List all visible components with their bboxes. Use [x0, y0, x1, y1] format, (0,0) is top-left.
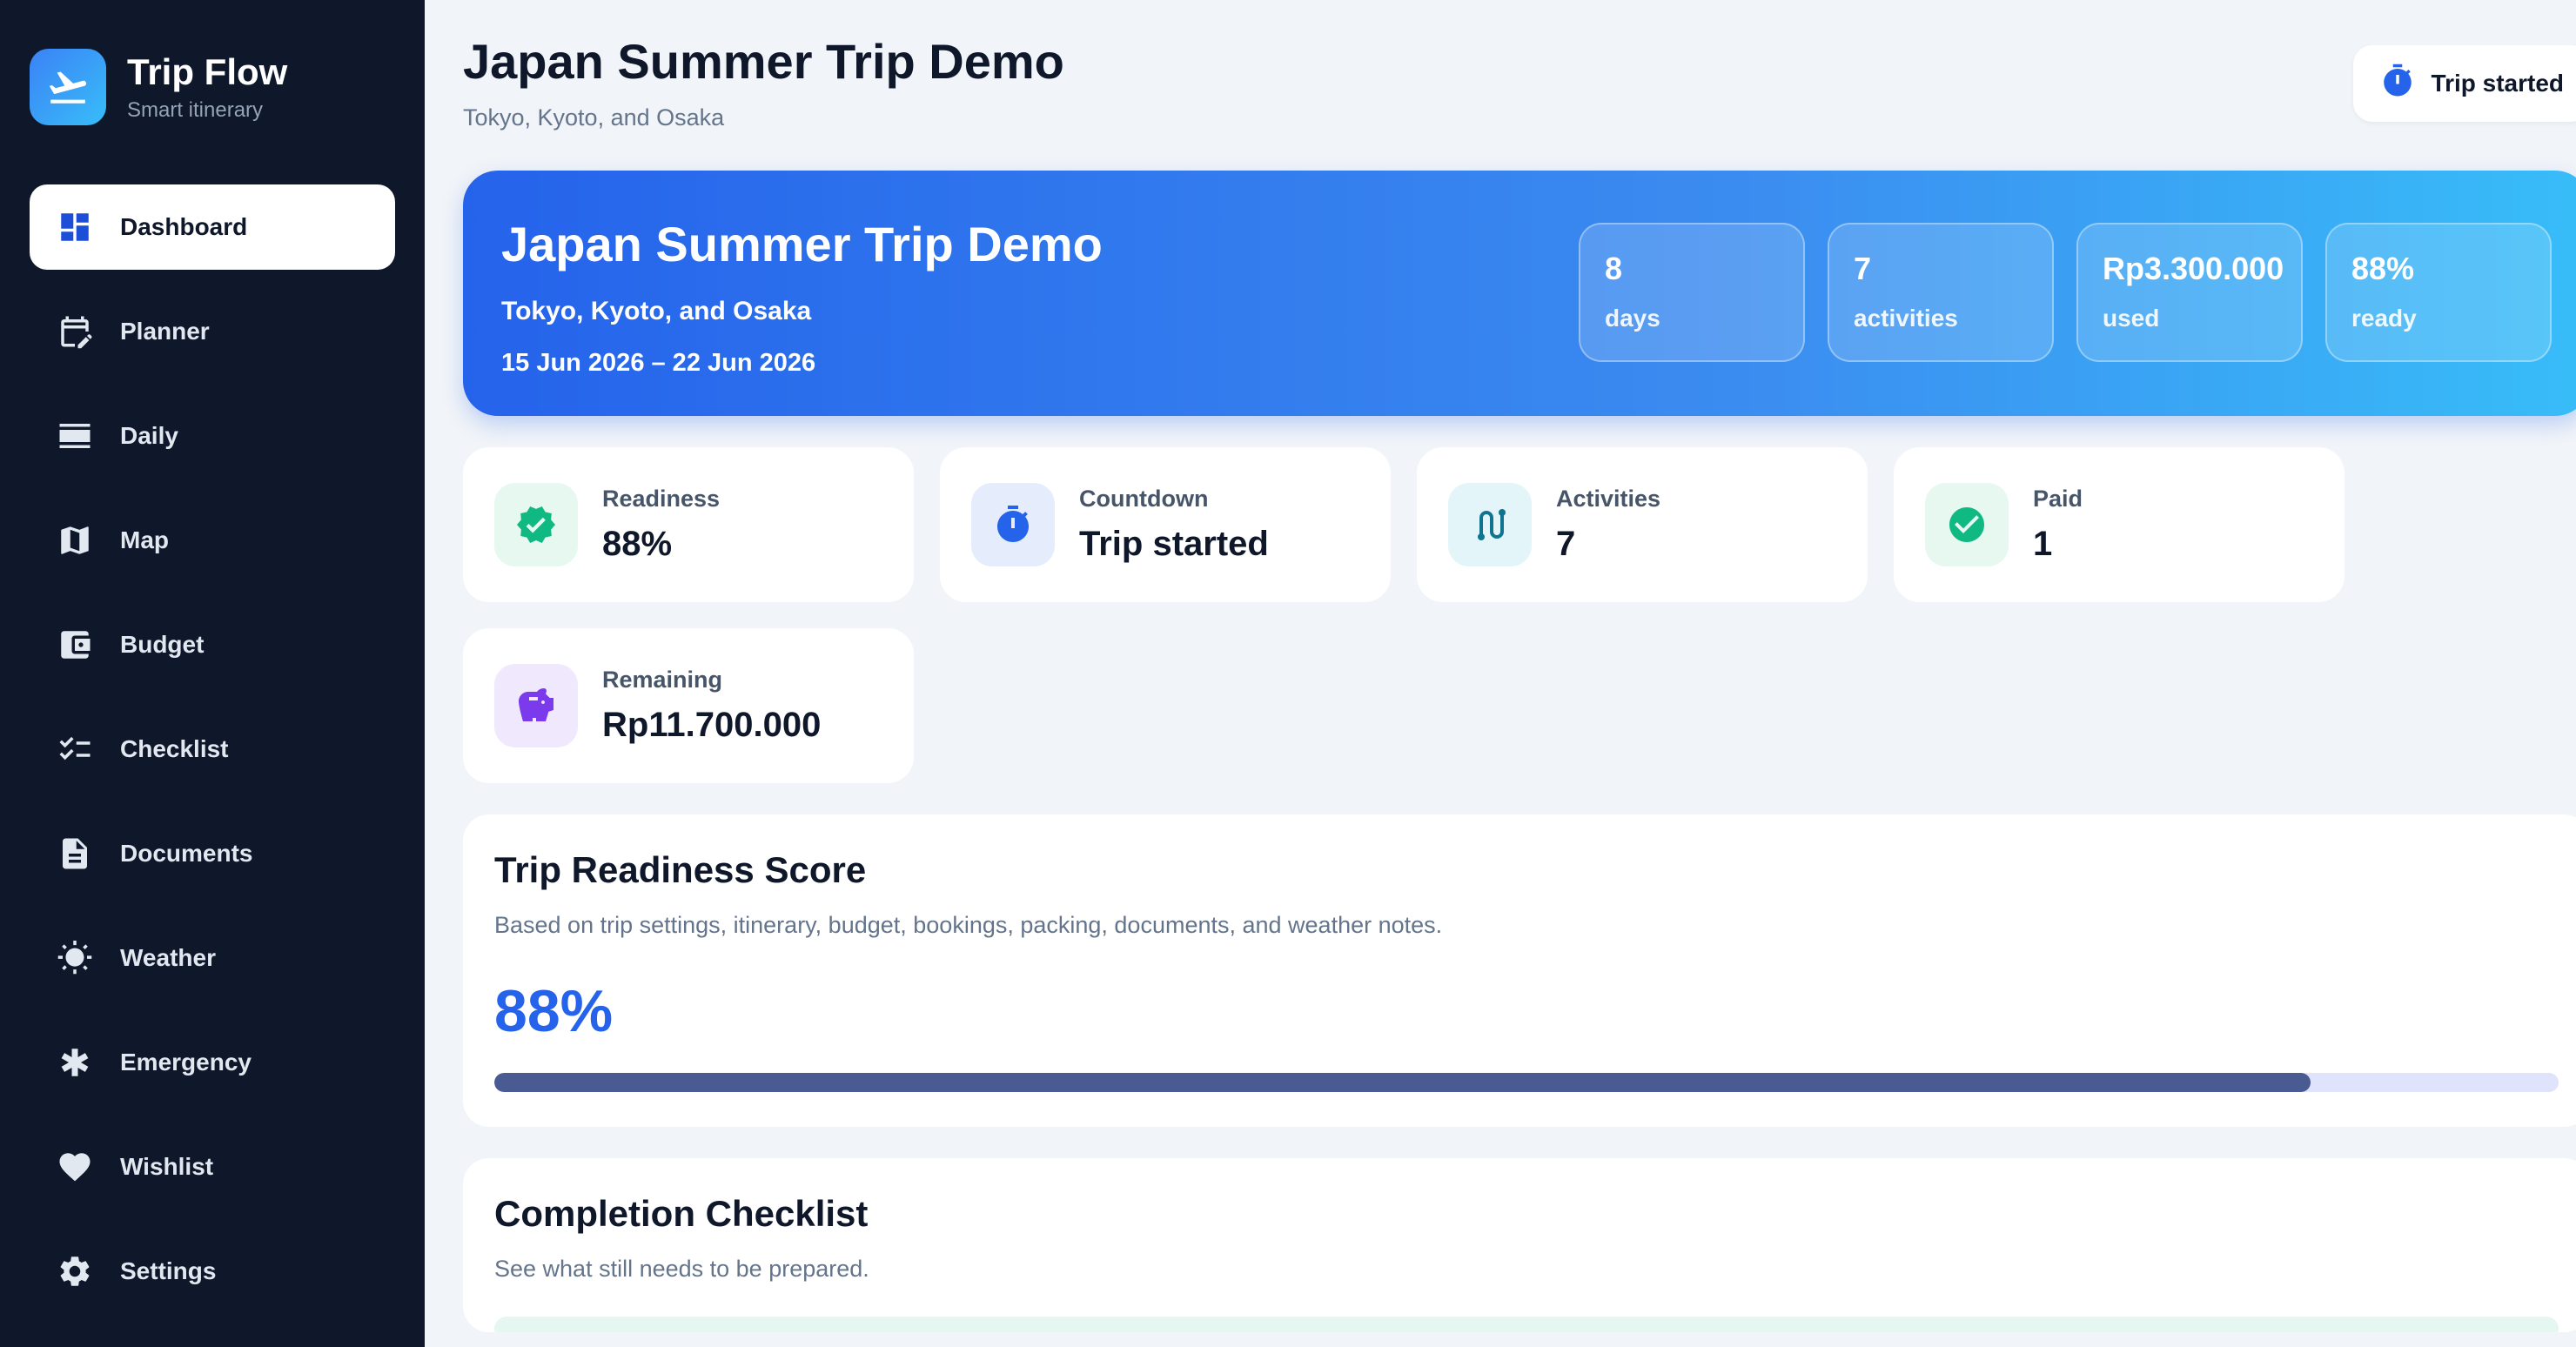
sidebar-item-label: Documents: [120, 840, 253, 867]
summary-cards: Readiness 88% Countdown Trip started Act…: [463, 447, 2350, 783]
brand[interactable]: Trip Flow Smart itinerary: [30, 49, 395, 125]
hero-stat-used: Rp3.300.000 used: [2076, 223, 2303, 362]
sidebar-nav: Dashboard Planner Daily Map Budget Check…: [30, 184, 395, 1314]
route-icon: [1448, 483, 1532, 566]
hero-stat-label: ready: [2351, 305, 2417, 332]
card-label: Activities: [1556, 486, 1661, 512]
daily-list-icon: [56, 417, 94, 455]
card-value: 7: [1556, 525, 1576, 563]
sidebar-item-label: Weather: [120, 944, 216, 971]
sidebar-item-daily[interactable]: Daily: [30, 393, 395, 479]
card-readiness[interactable]: Readiness 88%: [463, 447, 914, 602]
hero-stats: 8 days 7 activities Rp3.300.000 used 88%…: [1579, 223, 2552, 362]
card-label: Remaining: [602, 667, 723, 693]
hero-stat-label: activities: [1854, 305, 1958, 332]
heart-icon: [56, 1148, 94, 1186]
sidebar-item-label: Budget: [120, 631, 205, 658]
card-label: Paid: [2033, 486, 2083, 512]
checklist-title: Completion Checklist: [494, 1193, 869, 1234]
sidebar-item-label: Map: [120, 526, 169, 553]
sidebar-item-map[interactable]: Map: [30, 498, 395, 583]
card-activities[interactable]: Activities 7: [1417, 447, 1868, 602]
hero-stat-value: 88%: [2351, 251, 2415, 286]
card-label: Countdown: [1079, 486, 1209, 512]
card-remaining[interactable]: Remaining Rp11.700.000: [463, 628, 914, 783]
card-value: Rp11.700.000: [602, 706, 822, 744]
card-paid[interactable]: Paid 1: [1894, 447, 2345, 602]
sidebar-item-label: Daily: [120, 422, 178, 449]
sun-icon: [56, 939, 94, 977]
sidebar-item-documents[interactable]: Documents: [30, 811, 395, 896]
check-circle-icon: [1925, 483, 2009, 566]
hero-stat-activities: 7 activities: [1828, 223, 2054, 362]
trip-status-badge[interactable]: Trip started: [2352, 45, 2576, 122]
brand-subtitle: Smart itinerary: [127, 98, 264, 123]
checklist-subtitle: See what still needs to be prepared.: [494, 1256, 869, 1282]
wallet-icon: [56, 626, 94, 664]
hero-stat-label: used: [2103, 305, 2160, 332]
document-icon: [56, 834, 94, 873]
sidebar-item-label: Emergency: [120, 1049, 252, 1076]
sidebar-item-wishlist[interactable]: Wishlist: [30, 1124, 395, 1210]
stopwatch-icon: [2379, 63, 2416, 105]
hero-stat-value: Rp3.300.000: [2103, 251, 2284, 286]
page-title: Japan Summer Trip Demo: [463, 34, 1064, 89]
card-value: 88%: [602, 525, 673, 563]
checklist-item[interactable]: [494, 1317, 2559, 1332]
trip-hero-banner: Japan Summer Trip Demo Tokyo, Kyoto, and…: [463, 171, 2576, 416]
trip-readiness-panel: Trip Readiness Score Based on trip setti…: [463, 814, 2576, 1127]
readiness-progress-bar: [494, 1073, 2559, 1092]
app: Trip Flow Smart itinerary Dashboard Plan…: [0, 0, 2576, 1347]
hero-stat-label: days: [1605, 305, 1660, 332]
piggy-bank-icon: [494, 664, 578, 747]
hero-stat-value: 8: [1605, 251, 1623, 286]
verified-badge-icon: [494, 483, 578, 566]
card-value: 1: [2033, 525, 2053, 563]
sidebar-item-label: Planner: [120, 318, 210, 345]
sidebar-item-weather[interactable]: Weather: [30, 915, 395, 1001]
readiness-score: 88%: [494, 978, 614, 1044]
sidebar-item-emergency[interactable]: Emergency: [30, 1020, 395, 1105]
trip-status-text: Trip started: [2431, 70, 2564, 97]
sidebar-item-label: Wishlist: [120, 1153, 214, 1180]
sidebar-item-checklist[interactable]: Checklist: [30, 707, 395, 792]
page-subtitle: Tokyo, Kyoto, and Osaka: [463, 104, 725, 131]
sidebar-item-label: Settings: [120, 1257, 217, 1284]
asterisk-icon: [56, 1043, 94, 1082]
readiness-title: Trip Readiness Score: [494, 849, 867, 890]
sidebar-item-label: Checklist: [120, 735, 229, 762]
calendar-edit-icon: [56, 312, 94, 351]
completion-checklist-panel: Completion Checklist See what still need…: [463, 1158, 2576, 1332]
readiness-progress-fill: [494, 1073, 2311, 1092]
sidebar-item-dashboard[interactable]: Dashboard: [30, 184, 395, 270]
hero-stat-ready: 88% ready: [2325, 223, 2552, 362]
card-value: Trip started: [1079, 525, 1269, 563]
hero-stat-value: 7: [1854, 251, 1872, 286]
stopwatch-icon: [971, 483, 1055, 566]
hero-stat-days: 8 days: [1579, 223, 1805, 362]
plane-takeoff-icon: [30, 49, 106, 125]
map-icon: [56, 521, 94, 560]
gear-icon: [56, 1252, 94, 1290]
sidebar: Trip Flow Smart itinerary Dashboard Plan…: [0, 0, 425, 1347]
dashboard-icon: [56, 208, 94, 246]
checklist-icon: [56, 730, 94, 768]
main-content: Japan Summer Trip Demo Tokyo, Kyoto, and…: [425, 0, 2576, 1347]
sidebar-item-budget[interactable]: Budget: [30, 602, 395, 687]
card-label: Readiness: [602, 486, 721, 512]
sidebar-item-settings[interactable]: Settings: [30, 1229, 395, 1314]
sidebar-item-planner[interactable]: Planner: [30, 289, 395, 374]
brand-title: Trip Flow: [127, 50, 288, 92]
readiness-subtitle: Based on trip settings, itinerary, budge…: [494, 912, 1443, 938]
sidebar-item-label: Dashboard: [120, 213, 248, 240]
page-header: Japan Summer Trip Demo Tokyo, Kyoto, and…: [463, 35, 2576, 171]
card-countdown[interactable]: Countdown Trip started: [940, 447, 1391, 602]
